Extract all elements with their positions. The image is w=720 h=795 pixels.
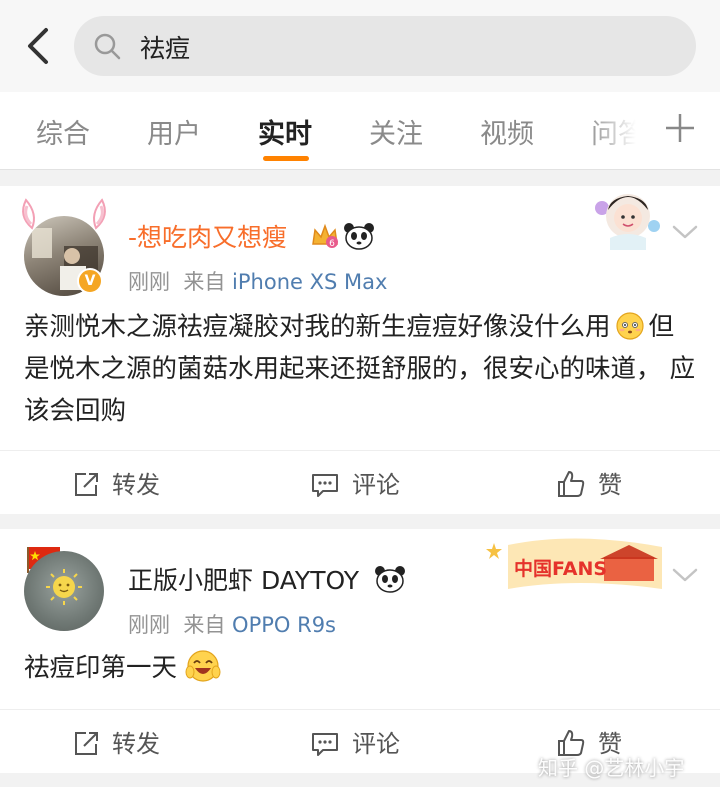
post-text-part: 祛痘印第一天 — [24, 653, 178, 683]
search-input[interactable]: 祛痘 — [74, 16, 696, 76]
embarrassed-emoji — [615, 312, 644, 340]
repost-button[interactable]: 转发 — [72, 724, 160, 759]
post-text: 亲测悦木之源祛痘凝胶对我的新生痘痘好像没什么用 但是悦木之源的菌菇水用起来还挺舒… — [24, 306, 696, 432]
source-prefix: 来自 — [183, 613, 226, 637]
panda-icon — [344, 223, 374, 250]
card-decoration-sticker — [595, 194, 660, 250]
laughing-emoji — [185, 650, 221, 682]
search-query: 祛痘 — [140, 34, 191, 63]
add-tab-icon[interactable] — [660, 108, 700, 148]
like-label: 赞 — [598, 471, 622, 499]
tab-realtime[interactable]: 实时 — [258, 112, 312, 151]
svg-text:6: 6 — [329, 239, 335, 249]
post-meta: 刚刚 来自 OPPO R9s — [128, 609, 336, 639]
chevron-down-icon[interactable] — [670, 222, 700, 242]
avatar-sun-image — [46, 569, 82, 605]
crown-vip-icon: 6 — [312, 223, 338, 249]
tab-comprehensive[interactable]: 综合 — [36, 112, 90, 151]
post-card-partial — [0, 787, 720, 795]
comment-label: 评论 — [352, 471, 400, 499]
repost-label: 转发 — [112, 471, 160, 499]
comment-icon — [312, 733, 338, 756]
thumbs-up-icon — [558, 471, 585, 497]
back-arrow-icon[interactable] — [18, 24, 58, 68]
username[interactable]: -想吃肉又想瘦 — [128, 218, 287, 254]
comment-button[interactable]: 评论 — [310, 724, 400, 759]
watermark: 知乎 @艺林小宇 — [538, 756, 685, 780]
repost-icon — [75, 473, 98, 496]
tab-video[interactable]: 视频 — [480, 112, 534, 151]
china-fans-badge: 中国FANS — [486, 538, 662, 589]
source-link[interactable]: iPhone XS Max — [232, 270, 387, 294]
post-text-part: 亲测悦木之源祛痘凝胶对我的新生痘痘好像没什么用 — [24, 312, 611, 342]
source-link[interactable]: OPPO R9s — [232, 613, 336, 637]
username[interactable]: 正版小肥虾 DAYTOY — [128, 561, 359, 597]
tab-fade — [585, 92, 645, 168]
repost-icon — [75, 732, 98, 755]
post-actions: 转发 评论 赞 — [0, 450, 720, 512]
post-card: 正版小肥虾 DAYTOY 刚刚 来自 OPPO R9s 中国FANS 祛痘印第一… — [0, 529, 720, 773]
comment-button[interactable]: 评论 — [310, 465, 400, 500]
post-time: 刚刚 — [128, 270, 170, 294]
repost-label: 转发 — [112, 730, 160, 758]
avatar[interactable] — [24, 551, 104, 631]
active-tab-indicator — [263, 156, 309, 161]
tab-bar: 综合 用户 实时 关注 视频 问答 — [0, 92, 720, 170]
chevron-down-icon[interactable] — [670, 565, 700, 585]
top-bar: 祛痘 — [0, 0, 720, 92]
verified-badge: V — [77, 268, 103, 294]
repost-button[interactable]: 转发 — [72, 465, 160, 500]
panda-icon — [375, 566, 405, 593]
post-time: 刚刚 — [128, 613, 170, 637]
china-fans-badge-text: 中国FANS — [514, 557, 607, 580]
tab-following[interactable]: 关注 — [369, 112, 423, 151]
post-card: V -想吃肉又想瘦 6 刚刚 来自 iPhone XS Max 亲测悦木之源祛痘… — [0, 186, 720, 514]
comment-icon — [312, 474, 338, 497]
post-text: 祛痘印第一天 — [24, 647, 696, 689]
comment-label: 评论 — [352, 730, 400, 758]
tab-users[interactable]: 用户 — [147, 112, 201, 151]
post-meta: 刚刚 来自 iPhone XS Max — [128, 266, 387, 296]
search-icon — [94, 33, 121, 60]
source-prefix: 来自 — [183, 270, 226, 294]
like-button[interactable]: 赞 — [556, 465, 622, 500]
